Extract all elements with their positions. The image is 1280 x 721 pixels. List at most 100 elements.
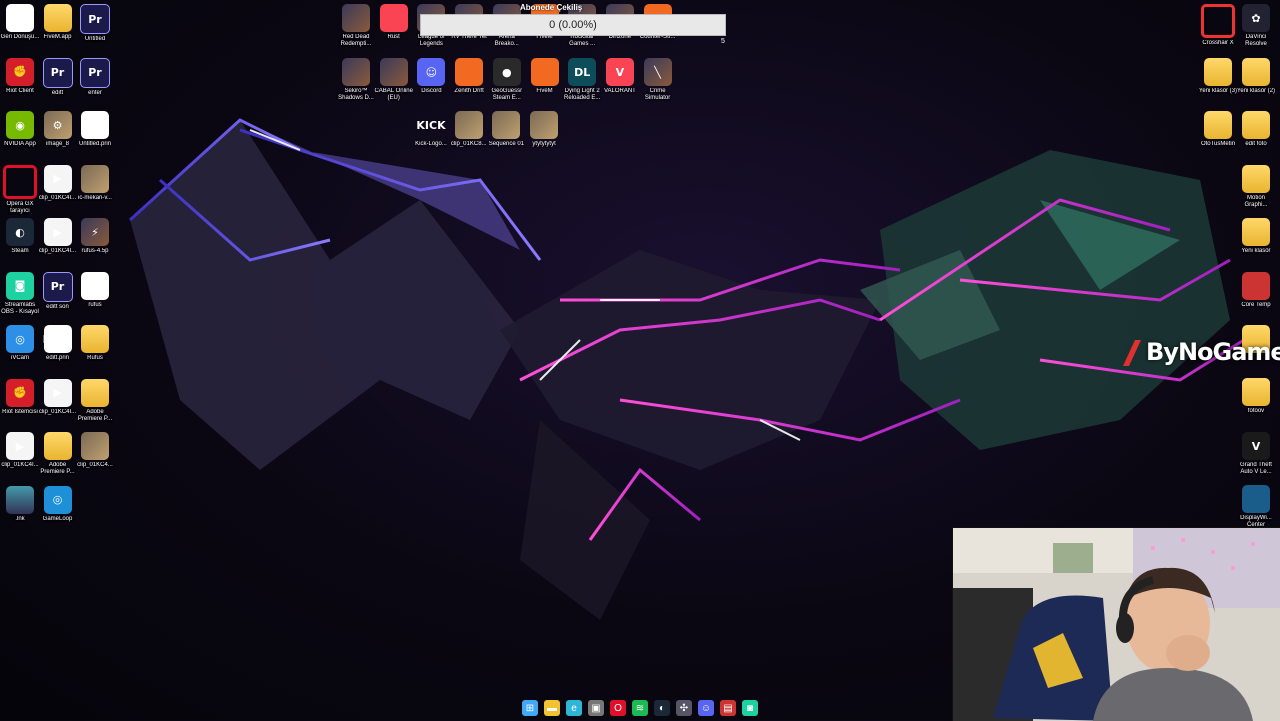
desktop-icon[interactable]: ✿ DaVinci Resolve	[1236, 4, 1276, 48]
desktop-icon[interactable]: OtoTusMetin	[1198, 111, 1238, 148]
obs-icon[interactable]: ◙	[742, 700, 758, 716]
desktop-icon-label: Red Dead Redempti...	[340, 34, 372, 47]
desktop-icon[interactable]: CABAL Online (EU)	[374, 58, 414, 102]
desktop-icon[interactable]: fotoov	[1236, 378, 1276, 415]
desktop-icon[interactable]: Pr Untitled	[75, 4, 115, 43]
desktop-icon-glyph	[454, 111, 483, 139]
file-explorer-icon[interactable]: ▬	[544, 700, 560, 716]
discord-icon[interactable]: ☺	[698, 700, 714, 716]
desktop-icon[interactable]: ☺ Discord	[411, 58, 451, 95]
desktop-icon[interactable]: ▶ clip_01KC4I...	[38, 164, 78, 202]
desktop-icon[interactable]: ◉ NVIDIA App	[0, 111, 40, 148]
desktop-icon-glyph: ●	[492, 58, 521, 86]
desktop-icon[interactable]: PRIN editt.prin	[38, 325, 78, 362]
desktop-icon-glyph: ✊	[6, 378, 34, 407]
desktop-icon[interactable]: ╲ Crime Simulator	[638, 58, 678, 102]
desktop-icon[interactable]: Yeni klasör	[1236, 218, 1276, 255]
desktop-icon[interactable]: Core Temp	[1236, 272, 1276, 309]
desktop-icon-label: editt son	[46, 303, 69, 310]
webcam-person-image	[953, 528, 1280, 721]
desktop-icon[interactable]: ◎ GameLoop	[38, 485, 78, 523]
desktop-icon-glyph: ▶	[6, 432, 34, 460]
network-icon[interactable]: ✣	[676, 700, 692, 716]
desktop-icon[interactable]: ♻ Geri Dönüşü...	[0, 4, 40, 41]
app-red-icon[interactable]: ▤	[720, 700, 736, 716]
desktop-icon[interactable]: ✊ Riot İstemcisi	[0, 378, 40, 416]
opera-gx-icon[interactable]: O	[610, 700, 626, 716]
desktop-icon[interactable]: ● GeoGuessr Steam E...	[487, 58, 527, 102]
desktop-icon[interactable]: edit foto	[1236, 111, 1276, 148]
desktop-icon[interactable]: ◎ iVCam	[0, 325, 40, 362]
desktop-icon-glyph: Pr	[80, 4, 110, 34]
desktop-icon-glyph: KICK	[416, 118, 446, 132]
desktop-icon[interactable]: rufus	[75, 271, 115, 309]
desktop-icon-label: Untitled	[84, 36, 106, 42]
desktop-icon[interactable]: ⚙ image_8	[38, 111, 78, 148]
desktop-icon[interactable]: Zenith Drift	[449, 58, 489, 95]
desktop-icon[interactable]: .lnk	[0, 485, 40, 523]
desktop-icon-label: Discord	[421, 88, 442, 94]
desktop-icon-label: enter	[88, 89, 102, 96]
desktop-icon[interactable]: Opera GX tarayıcı	[0, 164, 40, 215]
desktop-icon-glyph: ▶	[43, 218, 72, 246]
desktop-icon[interactable]: clip_01KC8...	[449, 111, 489, 148]
spotify-icon[interactable]: ≋	[632, 700, 648, 716]
desktop-icon[interactable]: ic-mekan-v...	[75, 164, 115, 202]
desktop-icon[interactable]: DisplayWi... Center	[1236, 485, 1276, 529]
desktop-icon[interactable]: FiveM	[525, 58, 565, 95]
webcam-overlay	[952, 527, 1280, 721]
desktop-icon[interactable]: Pr editt son	[38, 271, 78, 311]
desktop-icon[interactable]: ytytytytyt	[524, 111, 564, 148]
desktop-icon-label: Kick-Logo...	[415, 141, 447, 147]
desktop-icon[interactable]: ▶ clip_01KC4I...	[38, 218, 78, 255]
desktop-icon-glyph: ⚡	[81, 218, 109, 246]
desktop-icon[interactable]: ◙ Streamlabs OBS - Kısayol	[0, 271, 40, 316]
desktop-icon[interactable]: FiveM.app	[38, 4, 78, 41]
desktop-icon-label: clip_01KC8...	[450, 141, 487, 147]
steam-icon[interactable]: ◐	[654, 700, 670, 716]
desktop-icon[interactable]: V VALORANT	[600, 58, 640, 95]
desktop-icon-label: Rockstar Games ...	[569, 34, 596, 47]
desktop-icon[interactable]: PRIN Untitled.prin	[75, 111, 115, 148]
desktop-icon[interactable]: Pr enter	[75, 57, 115, 97]
desktop-icon[interactable]: Motion Graphi...	[1236, 165, 1276, 209]
desktop-icon[interactable]: Rust	[374, 4, 414, 41]
desktop-icon-glyph: PRIN	[43, 325, 72, 353]
desktop-icon[interactable]: ▶ clip_01KC4I...	[0, 432, 40, 469]
desktop-icon-glyph	[1242, 165, 1270, 193]
desktop-icon[interactable]: Adobe Premiere P...	[75, 378, 115, 423]
desktop-icon-label: .lnk	[15, 515, 25, 522]
desktop-icon[interactable]: ⚡ rufus-4.5p	[75, 218, 115, 255]
start-icon[interactable]: ⊞	[522, 700, 538, 716]
edge-icon[interactable]: e	[566, 700, 582, 716]
desktop-icon-label: Dying Light 2 Reloaded E...	[564, 88, 601, 101]
desktop-icon[interactable]: Pr editt	[38, 57, 78, 97]
desktop-icon-glyph	[3, 164, 37, 199]
desktop-icon[interactable]: Sequence 01	[486, 111, 526, 148]
desktop-icon[interactable]: V Grand Theft Auto V Le...	[1236, 432, 1276, 476]
desktop-icon-glyph: PRIN	[80, 111, 110, 139]
desktop-icon-glyph: ╲	[643, 58, 672, 86]
desktop-icon[interactable]: Rufus	[75, 325, 115, 362]
desktop-icon[interactable]: KICK Kick-Logo...	[411, 111, 451, 148]
desktop-icon-label: rufus-4.5p	[81, 248, 109, 254]
desktop-icon-label: League of Legends	[418, 34, 445, 47]
desktop-icon[interactable]: ▶ clip_01KC4I...	[38, 378, 78, 416]
desktop-icon-label: rufus	[88, 301, 102, 308]
desktop-icon-label: OtoTusMetin	[1200, 141, 1236, 147]
desktop-icon[interactable]: Yeni klasör (3)	[1198, 58, 1238, 95]
desktop-icon[interactable]: Red Dead Redempti...	[336, 4, 376, 48]
desktop-icon[interactable]: Yeni klasör (2)	[1236, 58, 1276, 95]
desktop-icon[interactable]: DL Dying Light 2 Reloaded E...	[562, 58, 602, 102]
desktop-icon[interactable]: Crosshair X	[1198, 4, 1238, 47]
desktop-icon[interactable]: clip_01KC4...	[75, 432, 115, 469]
desktop-icon-label: ic-mekan-v...	[78, 194, 112, 201]
desktop-icon[interactable]: Sekiro™ Shadows D...	[336, 58, 376, 102]
desktop-icon-label: edit foto	[1245, 141, 1267, 147]
giveaway-progress-bar: 0 (0.00%)	[420, 14, 726, 36]
desktop-icon-label: fotoov	[1247, 408, 1265, 414]
desktop-icon[interactable]: ✊ Riot Client	[0, 57, 40, 95]
desktop-icon[interactable]: ◐ Steam	[0, 218, 40, 255]
desktop-icon[interactable]: Adobe Premiere P...	[38, 432, 78, 476]
store-icon[interactable]: ▣	[588, 700, 604, 716]
